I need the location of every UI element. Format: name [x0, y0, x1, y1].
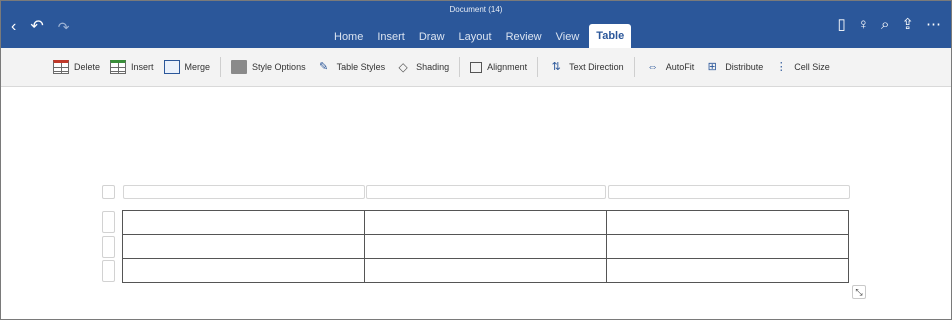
more-icon[interactable]: ⋯	[926, 17, 941, 33]
shading-button[interactable]: ◇ Shading	[395, 60, 449, 74]
tab-insert[interactable]: Insert	[377, 31, 405, 43]
toolbar-right: ▯ ♀ ⌕ ⇪ ⋯	[838, 17, 942, 33]
table-cell[interactable]	[122, 234, 365, 259]
title-bar: Document (14) ‹ ↶ ↷ Home Insert Draw Lay…	[1, 1, 951, 49]
delete-table-icon	[53, 60, 69, 74]
insert-label: Insert	[131, 62, 154, 72]
table-cell[interactable]	[364, 234, 607, 259]
table-row	[122, 234, 849, 259]
nav-controls: ‹ ↶ ↷	[11, 19, 70, 36]
autofit-button[interactable]: ⇔ AutoFit	[645, 60, 695, 74]
style-options-label: Style Options	[252, 62, 306, 72]
table-styles-icon: ✎	[318, 61, 329, 73]
table-styles-button[interactable]: ✎ Table Styles	[316, 60, 386, 74]
table-cell[interactable]	[606, 234, 849, 259]
tab-review[interactable]: Review	[506, 31, 542, 43]
redo-icon[interactable]: ↷	[58, 19, 70, 35]
tab-table[interactable]: Table	[589, 24, 632, 49]
divider	[220, 57, 222, 77]
merge-cells-icon	[163, 60, 180, 74]
table-cell[interactable]	[606, 210, 849, 235]
row-handle[interactable]	[102, 236, 115, 258]
insert-button[interactable]: Insert	[110, 60, 154, 74]
tab-home[interactable]: Home	[334, 31, 363, 43]
table-cell[interactable]	[606, 258, 849, 283]
autofit-icon: ⇔	[647, 61, 659, 73]
merge-button[interactable]: Merge	[163, 60, 211, 74]
distribute-button[interactable]: ⊞ Distribute	[704, 60, 764, 74]
alignment-button[interactable]: Alignment	[470, 61, 528, 73]
document-canvas[interactable]	[1, 87, 951, 319]
row-handle[interactable]	[102, 211, 115, 233]
column-handle[interactable]	[366, 185, 606, 199]
table-styles-label: Table Styles	[336, 62, 386, 72]
table-cell[interactable]	[364, 210, 607, 235]
divider	[537, 57, 539, 77]
shading-bucket-icon: ◇	[398, 60, 408, 74]
document-title: Document (14)	[449, 5, 503, 14]
table-cell[interactable]	[364, 258, 607, 283]
share-icon[interactable]: ⇪	[901, 17, 914, 33]
row-handle[interactable]	[102, 260, 115, 282]
search-icon[interactable]: ⌕	[881, 17, 889, 33]
delete-button[interactable]: Delete	[53, 60, 100, 74]
alignment-label: Alignment	[487, 62, 528, 72]
table-ribbon: Delete Insert Merge Style Options ✎ Tabl…	[1, 48, 951, 87]
insert-table-icon	[110, 60, 127, 74]
table-row	[122, 258, 849, 283]
back-icon[interactable]: ‹	[11, 19, 16, 35]
text-direction-icon: ⇅	[551, 61, 561, 73]
select-table-handle[interactable]	[102, 185, 115, 199]
delete-label: Delete	[74, 62, 101, 72]
phone-icon[interactable]: ▯	[838, 17, 846, 33]
autofit-label: AutoFit	[665, 62, 695, 72]
text-direction-label: Text Direction	[569, 62, 624, 72]
style-options-button[interactable]: Style Options	[231, 60, 306, 74]
table-resize-icon[interactable]: ⤡	[852, 285, 866, 299]
lightbulb-icon[interactable]: ♀	[858, 17, 869, 33]
divider	[633, 57, 635, 77]
table-cell[interactable]	[122, 258, 365, 283]
ribbon-items: Delete Insert Merge Style Options ✎ Tabl…	[53, 57, 840, 77]
column-handle[interactable]	[123, 185, 365, 199]
tab-view[interactable]: View	[556, 31, 580, 43]
cell-size-button[interactable]: ⋮ Cell Size	[773, 60, 830, 74]
column-handle[interactable]	[608, 185, 850, 199]
tab-layout[interactable]: Layout	[459, 31, 492, 43]
ribbon-tabs: Home Insert Draw Layout Review View Tabl…	[334, 24, 645, 49]
table-row	[122, 210, 849, 235]
alignment-icon	[470, 61, 483, 73]
app-window: Document (14) ‹ ↶ ↷ Home Insert Draw Lay…	[0, 0, 952, 320]
undo-icon[interactable]: ↶	[30, 19, 43, 35]
distribute-icon: ⊞	[707, 61, 717, 73]
tab-draw[interactable]: Draw	[419, 31, 445, 43]
divider	[459, 57, 461, 77]
distribute-label: Distribute	[725, 62, 764, 72]
cell-size-icon: ⋮	[775, 61, 787, 73]
shading-label: Shading	[416, 62, 450, 72]
document-table	[122, 210, 849, 283]
table-cell[interactable]	[122, 210, 365, 235]
cell-size-label: Cell Size	[794, 62, 830, 72]
text-direction-button[interactable]: ⇅ Text Direction	[548, 60, 624, 74]
merge-label: Merge	[184, 62, 211, 72]
style-options-icon	[231, 60, 248, 74]
